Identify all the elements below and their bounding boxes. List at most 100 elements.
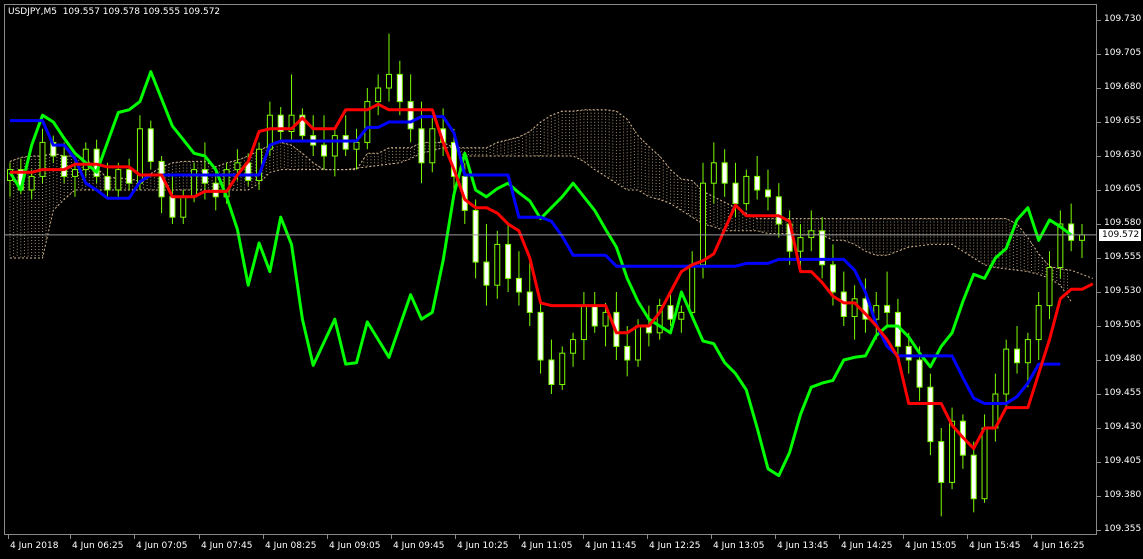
candle-body xyxy=(537,311,544,361)
candle-body xyxy=(721,162,728,184)
time-label: 4 Jun 15:45 xyxy=(969,541,1021,551)
price-tick xyxy=(1097,258,1101,259)
candle-body xyxy=(115,169,122,191)
time-label: 4 Jun 06:25 xyxy=(72,541,124,551)
candle-body xyxy=(927,386,934,443)
price-tick xyxy=(1097,224,1101,225)
candle-body xyxy=(797,237,804,252)
time-tick xyxy=(391,535,392,539)
candle-body xyxy=(494,243,501,286)
candle-body xyxy=(580,305,587,341)
price-tick xyxy=(1097,496,1101,497)
price-axis[interactable]: 109.730 109.705 109.680 109.655 109.630 109.6… xyxy=(1097,4,1143,535)
candle-body xyxy=(28,175,35,191)
kijun-sen-line xyxy=(10,115,1061,405)
time-tick xyxy=(134,535,135,539)
candle-body xyxy=(1024,339,1031,364)
time-label: 4 Jun 09:05 xyxy=(329,541,381,551)
chikou-span-line xyxy=(8,70,1073,478)
candle-body xyxy=(169,196,176,218)
ichimoku-chart[interactable] xyxy=(0,0,1143,559)
time-tick xyxy=(775,535,776,539)
time-label: 4 Jun 08:25 xyxy=(265,541,317,551)
time-label: 4 Jun 09:45 xyxy=(393,541,445,551)
time-tick xyxy=(70,535,71,539)
time-label: 4 Jun 14:25 xyxy=(841,541,893,551)
time-tick xyxy=(8,535,9,539)
candle-body xyxy=(602,311,609,327)
candle-body xyxy=(570,339,577,354)
time-label: 4 Jun 07:45 xyxy=(201,541,253,551)
price-tick xyxy=(1097,156,1101,157)
candle-body xyxy=(396,73,403,103)
candle-body xyxy=(61,155,68,177)
candle-body xyxy=(829,264,836,293)
price-tick xyxy=(1097,326,1101,327)
candle-body xyxy=(635,325,642,361)
candle-body xyxy=(775,196,782,225)
time-tick xyxy=(903,535,904,539)
time-label: 4 Jun 13:05 xyxy=(713,541,765,551)
candle-body xyxy=(385,73,392,89)
candle-body xyxy=(949,420,956,483)
candle-body xyxy=(667,305,674,320)
candle-body xyxy=(1057,223,1064,269)
time-tick xyxy=(839,535,840,539)
price-label: 109.505 xyxy=(1104,320,1142,330)
candle-body xyxy=(234,162,241,171)
price-tick xyxy=(1097,190,1101,191)
candle-body xyxy=(418,128,425,164)
time-tick xyxy=(711,535,712,539)
price-label: 109.705 xyxy=(1104,48,1142,58)
candle-body xyxy=(375,87,382,103)
price-label: 109.530 xyxy=(1104,286,1142,296)
price-tick xyxy=(1097,88,1101,89)
candle-body xyxy=(472,209,479,263)
time-label: 4 Jun 11:45 xyxy=(585,541,637,551)
candle-body xyxy=(1079,234,1085,241)
price-label: 109.680 xyxy=(1104,82,1142,92)
candle-body xyxy=(483,261,490,286)
candles xyxy=(7,33,1085,517)
time-tick xyxy=(583,535,584,539)
candle-body xyxy=(1035,305,1042,341)
candle-body xyxy=(678,311,685,320)
candle-body xyxy=(429,128,436,164)
price-tick xyxy=(1097,530,1101,531)
candle-body xyxy=(732,182,739,205)
current-price-tag: 109.572 xyxy=(1099,228,1141,241)
plot-layer xyxy=(7,33,1094,517)
candle-body xyxy=(884,305,891,313)
symbol-header: USDJPY,M5 109.557 109.578 109.555 109.57… xyxy=(8,7,220,17)
candle-body xyxy=(147,128,154,162)
ichimoku-cloud xyxy=(9,109,1069,297)
price-tick xyxy=(1097,20,1101,21)
price-tick xyxy=(1097,462,1101,463)
price-tick xyxy=(1097,292,1101,293)
candle-body xyxy=(808,230,815,239)
candle-body xyxy=(689,264,696,313)
price-tick xyxy=(1097,394,1101,395)
candle-body xyxy=(180,196,187,218)
candle-body xyxy=(548,359,555,385)
candle-body xyxy=(1014,348,1021,364)
candle-body xyxy=(321,144,328,157)
price-label: 109.355 xyxy=(1104,524,1142,534)
time-label: 4 Jun 13:45 xyxy=(777,541,829,551)
candle-body xyxy=(754,175,761,191)
time-axis[interactable]: 4 Jun 2018 4 Jun 06:25 4 Jun 07:05 4 Jun 07… xyxy=(4,535,1097,559)
candle-body xyxy=(126,169,133,184)
price-label: 109.605 xyxy=(1104,184,1142,194)
candle-body xyxy=(1046,267,1053,307)
ohlc-values: 109.557 109.578 109.555 109.572 xyxy=(62,7,221,17)
time-tick xyxy=(263,535,264,539)
candle-body xyxy=(710,162,717,184)
chart-window[interactable]: USDJPY,M5 109.557 109.578 109.555 109.57… xyxy=(0,0,1143,559)
time-tick xyxy=(327,535,328,539)
time-tick xyxy=(199,535,200,539)
time-label: 4 Jun 12:25 xyxy=(649,541,701,551)
candle-body xyxy=(700,182,707,266)
candle-body xyxy=(1003,348,1010,395)
time-label: 4 Jun 2018 xyxy=(10,541,59,551)
price-label: 109.580 xyxy=(1104,218,1142,228)
